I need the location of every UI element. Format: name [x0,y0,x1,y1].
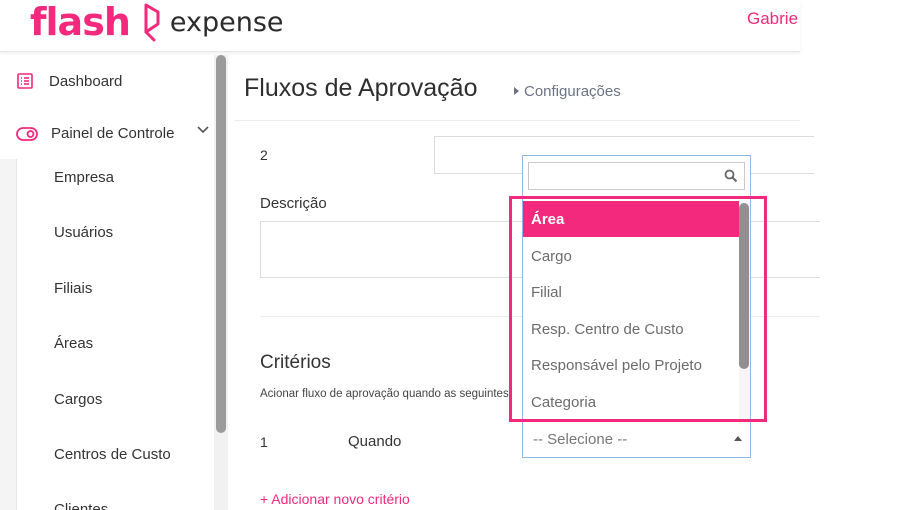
page-title: Fluxos de Aprovação [244,74,478,102]
dropdown-search-input[interactable] [528,162,745,190]
toggle-icon [16,127,38,141]
criteria-title: Critérios [260,352,331,373]
top-bar: flash expense Gabrie [0,0,800,52]
step-number: 2 [260,147,268,163]
sidebar-scrollbar-thumb[interactable] [216,55,226,433]
sidebar-item-dashboard[interactable]: Dashboard [0,65,214,97]
logo-mark-icon [144,3,160,42]
sidebar-item-filiais[interactable]: Filiais [54,280,92,297]
sidebar-item-centros-de-custo[interactable]: Centros de Custo [54,446,171,463]
description-label: Descrição [260,195,327,212]
add-criterion-link[interactable]: + Adicionar novo critério [260,491,410,507]
chevron-down-icon [197,126,209,134]
dashboard-icon [17,73,33,89]
criterion-when-label: Quando [348,433,402,450]
select-placeholder: -- Selecione -- [533,431,628,448]
sidebar-item-usuarios[interactable]: Usuários [54,224,113,241]
sidebar-item-cargos[interactable]: Cargos [54,391,102,408]
search-icon [724,169,738,183]
breadcrumb[interactable]: Configurações [514,83,621,100]
criteria-description: Acionar fluxo de aprovação quando as seg… [260,388,509,400]
sidebar-item-empresa[interactable]: Empresa [54,169,114,186]
sidebar-item-label: Dashboard [49,72,123,90]
sidebar-item-label: Painel de Controle [51,124,175,142]
breadcrumb-label: Configurações [524,83,621,100]
sidebar: Dashboard Painel de Controle Empresa Usu… [0,55,228,510]
logo-expense-text: expense [169,6,284,38]
criterion-number: 1 [260,434,268,450]
sidebar-item-painel-de-controle[interactable]: Painel de Controle [0,117,214,149]
flash-expense-logo[interactable]: flash expense [30,0,284,44]
sidebar-scrollbar[interactable] [214,55,228,510]
caret-right-icon [514,87,519,95]
caret-up-icon [734,436,742,441]
user-menu[interactable]: Gabrie [747,9,798,29]
criterion-select[interactable]: -- Selecione -- [522,424,751,458]
title-divider [234,120,800,121]
logo-flash-text: flash [30,0,131,44]
sidebar-item-clientes[interactable]: Clientes [54,501,108,510]
sidebar-item-areas[interactable]: Áreas [54,335,93,352]
highlight-box [509,196,767,422]
